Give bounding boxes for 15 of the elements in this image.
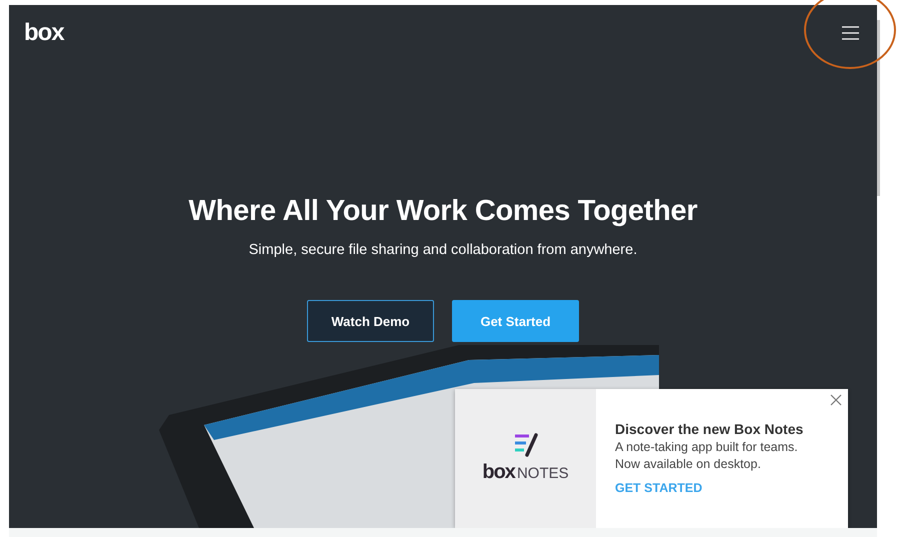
watch-demo-button[interactable]: Watch Demo — [307, 300, 434, 342]
menu-button[interactable] — [840, 24, 861, 42]
logo-product: NOTES — [516, 465, 569, 482]
popup-title: Discover the new Box Notes — [615, 421, 804, 437]
hero-title: Where All Your Work Comes Together — [188, 195, 698, 228]
popup-text: Now available on desktop. — [615, 457, 762, 471]
popup-text: A note-taking app built for teams. — [615, 440, 799, 454]
menu-icon — [842, 26, 859, 40]
close-icon — [830, 394, 842, 406]
notes-pen-icon — [512, 433, 538, 457]
logo-word: box — [482, 461, 515, 484]
box-logo[interactable]: box — [24, 19, 64, 47]
close-button[interactable] — [830, 394, 842, 406]
hero-subtitle: Simple, secure file sharing and collaboration from anywhere. — [248, 242, 638, 258]
scrollbar[interactable] — [877, 20, 880, 196]
